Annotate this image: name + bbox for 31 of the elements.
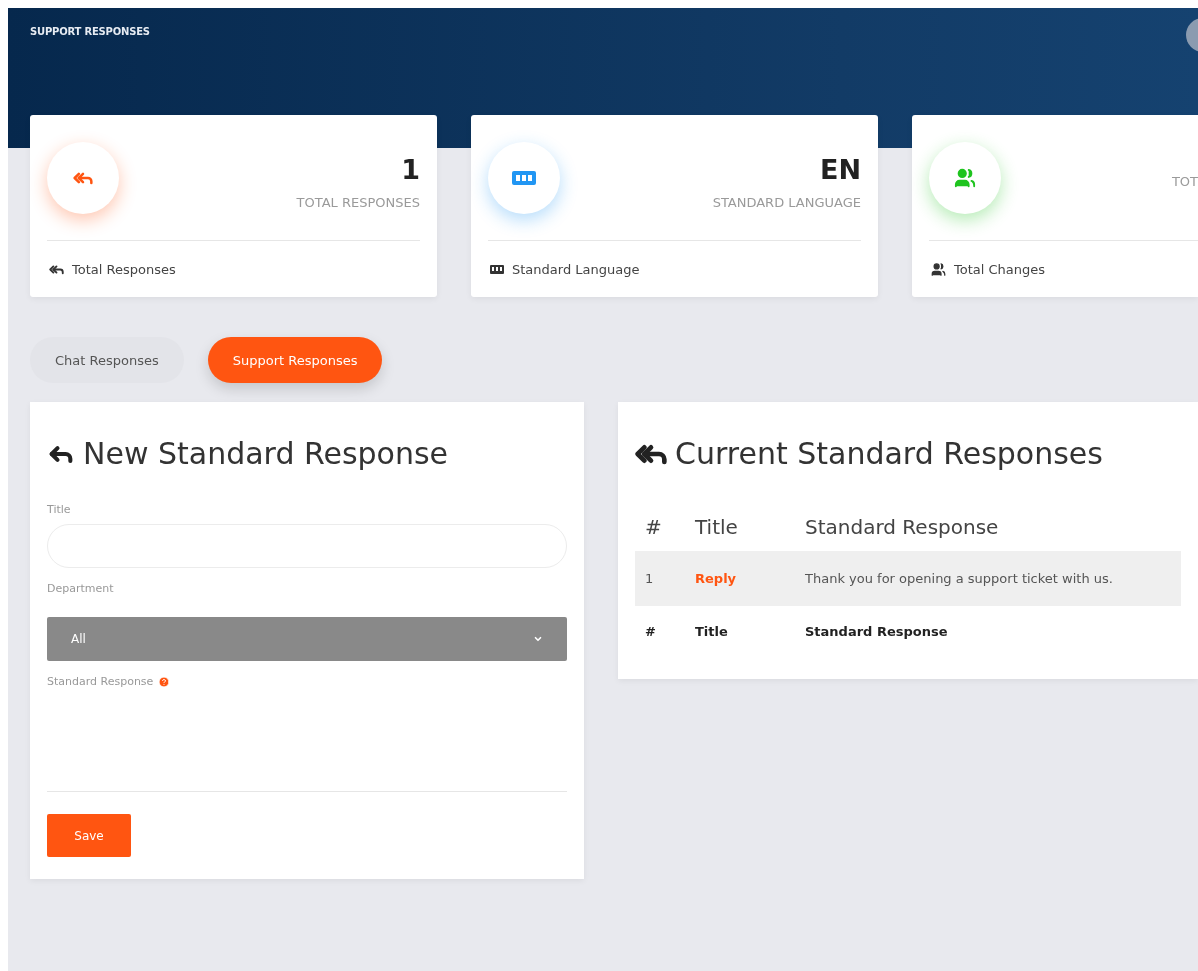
tab[interactable]: Support Responses: [207, 337, 383, 383]
stat-label: STANDARD LANGUAGE: [712, 194, 861, 210]
caret-icon: [533, 634, 543, 644]
tab[interactable]: Chat Responses: [30, 337, 184, 383]
table-cell: Thank you for opening a support ticket with us.: [795, 551, 1181, 606]
stat-label: TOT: [1171, 174, 1198, 189]
column-footer: Title: [685, 606, 795, 657]
stat-value: 1: [401, 153, 420, 185]
stat-value: EN: [819, 153, 861, 185]
page-title: SUPPORT RESPONSES: [30, 26, 150, 37]
department-select[interactable]: All: [47, 617, 567, 661]
save-button[interactable]: Save: [47, 814, 131, 857]
users-icon: [931, 261, 946, 277]
stat-footer: Total Responses: [72, 261, 176, 277]
column-header: Title: [685, 503, 795, 551]
column-header: #: [635, 503, 685, 551]
field-label: Title: [47, 503, 72, 516]
column-header: Standard Response: [795, 503, 1181, 551]
keyboard-icon: [490, 264, 504, 274]
stat-label: TOTAL RESPONSES: [296, 194, 420, 210]
panel-heading: Current Standard Responses: [675, 436, 1103, 471]
column-footer: #: [635, 606, 685, 657]
stat-footer: Total Changes: [954, 261, 1046, 277]
panel-heading: New Standard Response: [83, 436, 449, 471]
response-link[interactable]: Reply: [685, 551, 795, 606]
column-footer: Standard Response: [795, 606, 1181, 657]
field-label: Standard Response: [47, 675, 154, 688]
table-cell: 1: [635, 551, 685, 606]
help-icon[interactable]: [158, 675, 171, 688]
stat-footer: Standard Language: [512, 261, 640, 277]
field-label: Department: [47, 582, 115, 595]
